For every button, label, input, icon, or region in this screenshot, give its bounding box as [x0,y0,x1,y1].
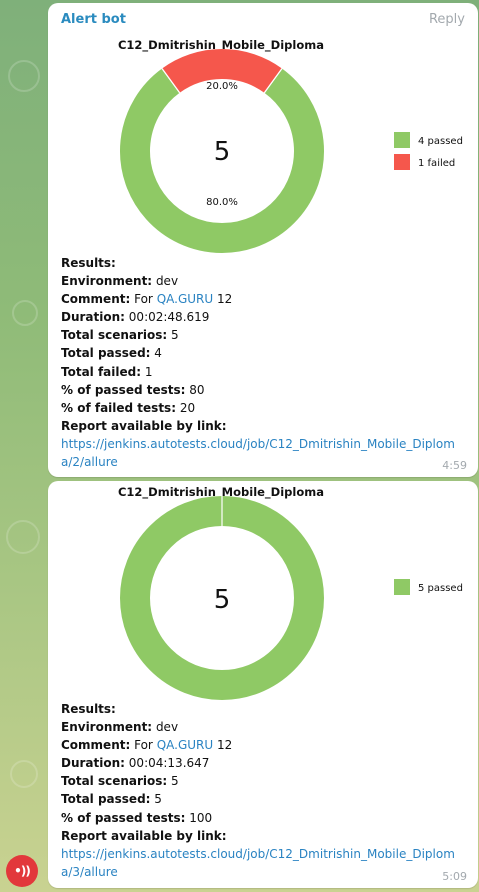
report-label: Report available by link: [61,418,227,433]
result-row: Total passed: 4 [61,346,162,361]
pie-chart: C12_Dmitrishin_Mobile_Diploma 5 80.0%20.… [118,38,463,253]
result-row: Comment: For QA.GURU 12 [61,738,233,753]
result-row: % of failed tests: 20 [61,400,196,415]
results-heading: Results: [61,256,116,270]
qa-guru-link[interactable]: QA.GURU [157,292,213,306]
pie-slice [162,49,282,94]
result-row: Duration: 00:02:48.619 [61,310,210,325]
results-text: Results: Environment: dev Comment: For Q… [61,254,471,471]
report-label: Report available by link: [61,828,227,843]
wallpaper-doodle [8,60,40,92]
result-row: Total scenarios: 5 [61,774,179,789]
result-row: Duration: 00:04:13.647 [61,756,210,771]
message-bubble[interactable]: C12_Dmitrishin_Mobile_Diploma 5 5 passed… [48,481,478,888]
wallpaper-doodle [10,760,38,788]
message-time: 5:09 [442,870,467,883]
legend-label: 1 failed [418,158,455,169]
result-row: Total scenarios: 5 [61,328,179,343]
qa-guru-link[interactable]: QA.GURU [157,738,213,752]
result-row: % of passed tests: 80 [61,382,205,397]
results-text: Results: Environment: dev Comment: For Q… [61,700,471,881]
wallpaper-doodle [12,300,38,326]
report-link[interactable]: https://jenkins.autotests.cloud/job/C12_… [61,845,471,881]
message-time: 4:59 [442,459,467,472]
slice-pct-label: 80.0% [206,197,238,208]
chart-legend: 5 passed [394,579,463,595]
result-row: Environment: dev [61,274,179,289]
report-link[interactable]: https://jenkins.autotests.cloud/job/C12_… [61,435,471,471]
wallpaper-doodle [6,520,40,554]
result-row: Total passed: 5 [61,792,162,807]
legend-label: 5 passed [418,583,463,594]
legend-label: 4 passed [418,136,463,147]
chart-legend: 4 passed 1 failed [394,132,463,170]
result-row: % of passed tests: 100 [61,810,213,825]
legend-swatch [394,579,410,595]
slice-pct-label: 20.0% [206,81,238,92]
result-row: Environment: dev [61,720,179,735]
legend-swatch [394,132,410,148]
broadcast-icon[interactable]: •)) [6,855,38,887]
results-heading: Results: [61,702,116,716]
chart-center-value: 5 [214,585,231,615]
result-row: Comment: For QA.GURU 12 [61,292,233,307]
pie-chart: C12_Dmitrishin_Mobile_Diploma 5 5 passed [118,485,463,700]
chart-center-value: 5 [214,137,231,167]
result-row: Total failed: 1 [61,364,153,379]
legend-swatch [394,154,410,170]
message-bubble[interactable]: Alert bot Reply C12_Dmitrishin_Mobile_Di… [48,3,478,477]
